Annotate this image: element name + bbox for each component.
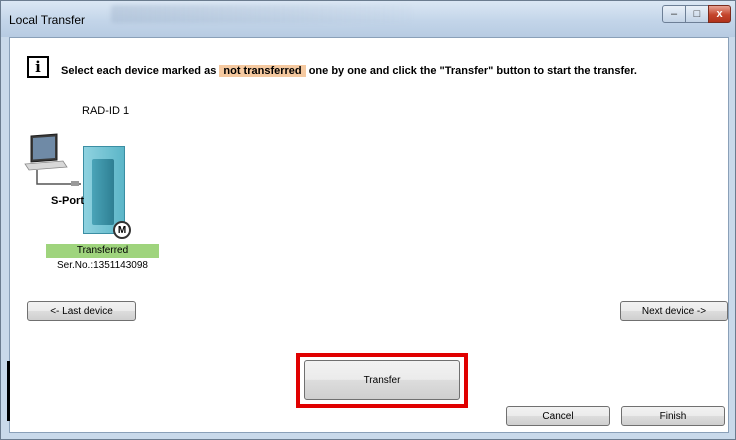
device-status: Transferred <box>46 244 159 258</box>
window-title: Local Transfer <box>9 13 86 27</box>
next-device-button[interactable]: Next device -> <box>620 301 728 321</box>
instruction-before: Select each device marked as <box>61 65 217 77</box>
device-module-body <box>92 159 114 225</box>
maximize-button[interactable]: □ <box>685 5 709 23</box>
finish-button[interactable]: Finish <box>621 406 725 426</box>
title-bar: Local Transfer – □ x <box>1 1 735 37</box>
last-device-button[interactable]: <- Last device <box>27 301 136 321</box>
not-transferred-highlight: not transferred <box>219 65 306 77</box>
instruction-text: Select each device marked as not transfe… <box>61 65 637 77</box>
rad-id-label: RAD-ID 1 <box>82 105 130 117</box>
local-transfer-window: Local Transfer – □ x i Select each devic… <box>0 0 736 440</box>
master-badge: M <box>113 221 131 239</box>
cancel-button[interactable]: Cancel <box>506 406 610 426</box>
close-button[interactable]: x <box>708 5 731 23</box>
s-port-label: S-Port <box>51 195 84 207</box>
blurred-background <box>111 5 411 23</box>
instruction-after: one by one and click the "Transfer" butt… <box>308 65 637 77</box>
minimize-button[interactable]: – <box>662 5 686 23</box>
laptop-icon <box>24 133 81 186</box>
info-icon: i <box>27 56 49 78</box>
edge-marker <box>7 361 10 421</box>
serial-number: Ser.No.:1351143098 <box>56 260 148 271</box>
transfer-button[interactable]: Transfer <box>304 360 460 400</box>
